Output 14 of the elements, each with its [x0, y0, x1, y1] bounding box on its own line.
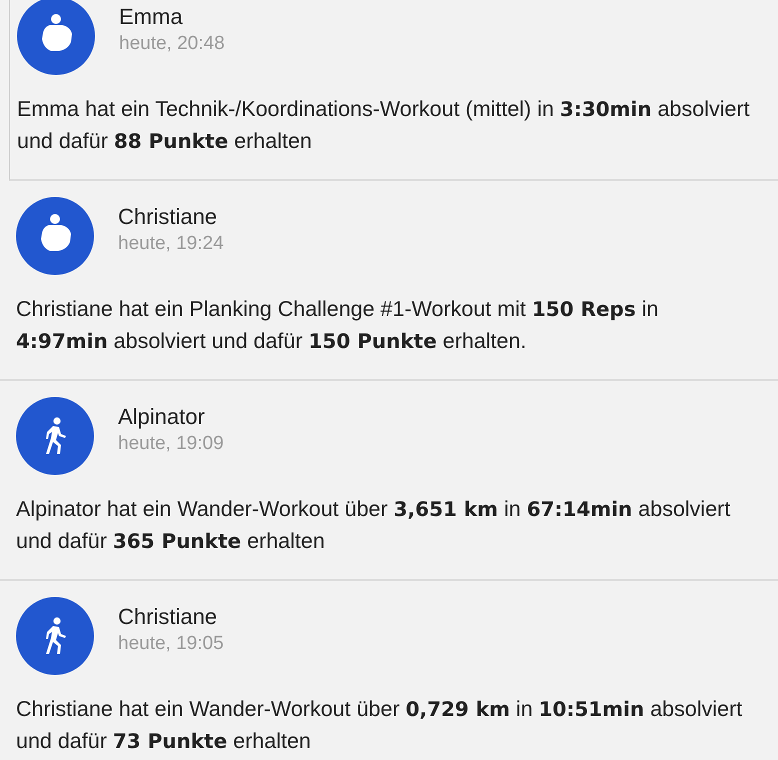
user-name: Emma — [119, 3, 184, 31]
user-name: Christiane — [118, 603, 218, 631]
walking-person-icon — [43, 617, 67, 655]
walking-person-icon — [43, 417, 67, 455]
user-name: Alpinator — [118, 403, 206, 431]
timestamp: heute, 20:48 — [119, 32, 225, 56]
activity-text: Christiane hat ein Planking Challenge #1-Workout mit 150 Reps in 4:97min absolviert und dafür 150 Punkte erhalten. — [16, 296, 660, 355]
activity-text: Emma hat ein Technik-/Koordinations-Workout (mittel) in 3:30min absolviert und dafür 88 Punkte erhalten — [17, 96, 751, 155]
user-name: Christiane — [118, 203, 218, 231]
timestamp: heute, 19:05 — [118, 632, 224, 656]
timestamp: heute, 19:24 — [118, 232, 224, 256]
timestamp: heute, 19:09 — [118, 432, 224, 456]
activity-text: Christiane hat ein Wander-Workout über 0,729 km in 10:51min absolviert und dafür 73 Punkte erhalten — [16, 696, 744, 755]
activity-text: Alpinator hat ein Wander-Workout über 3,651 km in 67:14min absolviert und dafür 365 Punkte erhalten — [16, 496, 732, 555]
